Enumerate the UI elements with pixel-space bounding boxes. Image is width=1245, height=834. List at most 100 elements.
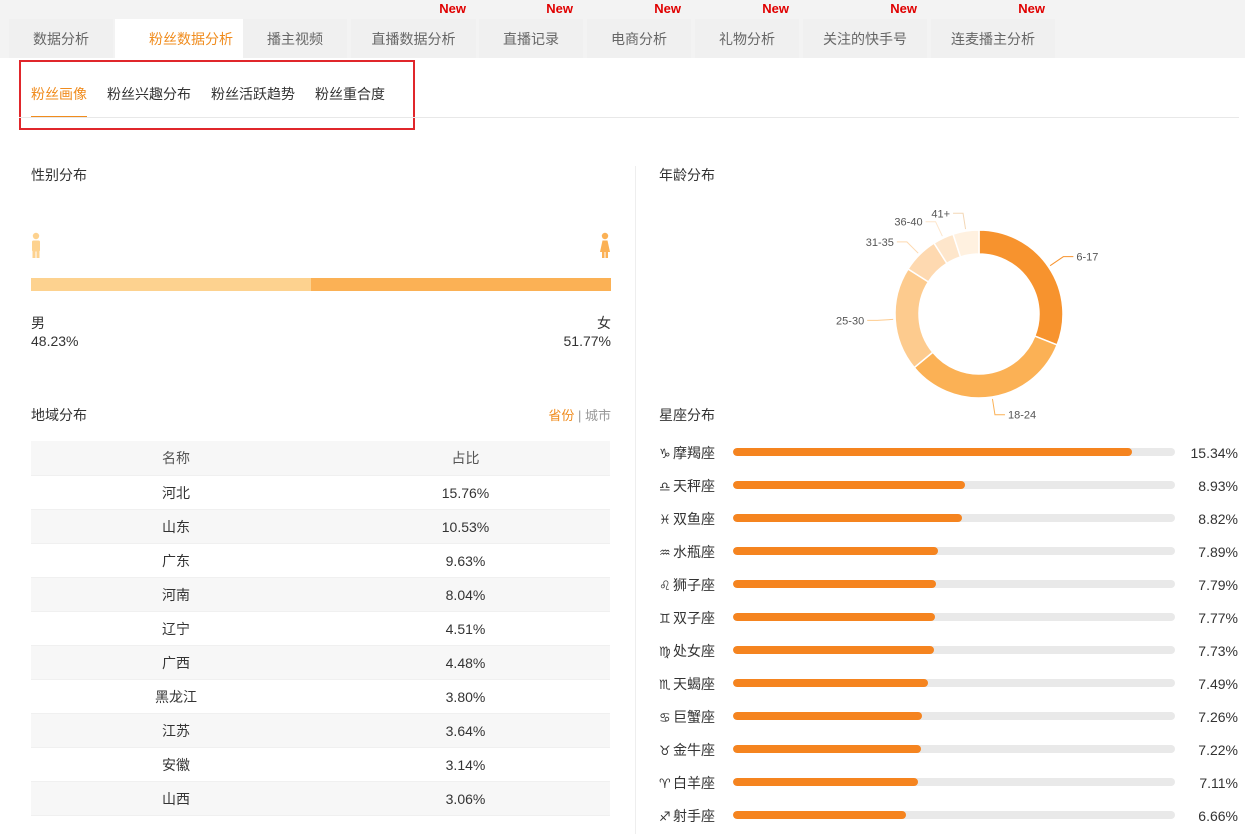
age-slice-25-30 [894,267,934,369]
age-label: 41+ [931,208,950,220]
subtab-fan-activity[interactable]: 粉丝活跃趋势 [211,84,295,104]
zodiac-name: ♓ 双鱼座 [659,509,733,530]
region-name: 安徽 [162,757,190,773]
tab-data-analysis[interactable]: 数据分析 [9,19,113,58]
new-badge: New [546,1,573,16]
table-row: 河南 8.04% [31,578,610,612]
zodiac-bar-fill [733,679,928,687]
virgo-icon: ♍ [659,644,671,659]
zodiac-name: ♌ 狮子座 [659,575,733,596]
subtab-fan-interests[interactable]: 粉丝兴趣分布 [107,84,191,104]
region-title: 地域分布 [31,407,87,423]
tab-ecommerce-analysis[interactable]: 电商分析 New [587,1,691,58]
gemini-icon: ♊ [659,611,671,626]
table-row: 广东 9.63% [31,544,610,578]
zodiac-bar-fill [733,547,939,555]
zodiac-row: ♐ 射手座 6.66% [659,806,1245,826]
male-icon [30,232,42,260]
zodiac-percent: 7.11% [1199,775,1238,791]
zodiac-name: ♋ 巨蟹座 [659,707,733,728]
new-badge: New [762,1,789,16]
zodiac-label: 天秤座 [673,478,715,494]
table-row: 辽宁 4.51% [31,612,610,646]
zodiac-label: 摩羯座 [673,445,715,461]
zodiac-percent: 7.89% [1198,544,1238,560]
tab-streamer-videos[interactable]: 播主视频 [243,19,347,58]
region-name: 黑龙江 [155,689,197,705]
zodiac-bar-fill [733,613,936,621]
male-percent: 48.23% [31,333,79,349]
tab-label: 直播记录 [503,31,559,47]
tab-label: 关注的快手号 [823,31,907,47]
zodiac-bar-fill [733,745,921,753]
zodiac-row: ♎ 天秤座 8.93% [659,476,1245,496]
zodiac-percent: 7.22% [1198,742,1238,758]
tab-gift-analysis[interactable]: 礼物分析 New [695,1,799,58]
age-leader-line [953,212,967,230]
new-badge: New [654,1,681,16]
female-label: 女 [597,315,611,331]
zodiac-bar-track [733,514,1175,522]
zodiac-bar-fill [733,481,966,489]
subtab-fan-overlap[interactable]: 粉丝重合度 [315,84,385,104]
capricorn-icon: ♑ [659,446,671,461]
zodiac-label: 狮子座 [673,577,715,593]
zodiac-bar-track [733,811,1175,819]
zodiac-percent: 7.79% [1198,577,1238,593]
taurus-icon: ♉ [659,743,671,758]
tab-live-data-analysis[interactable]: 直播数据分析 New [351,1,476,58]
region-share: 15.76% [441,485,490,501]
region-share: 10.53% [441,519,490,535]
age-slice-18-24 [913,335,1059,399]
toggle-separator: | [574,408,585,423]
tab-label: 数据分析 [33,31,89,47]
zodiac-row: ♒ 水瓶座 7.89% [659,542,1245,562]
zodiac-bar-fill [733,448,1132,456]
female-icon [599,232,611,260]
new-badge: New [890,1,917,16]
tab-live-records[interactable]: 直播记录 New [479,1,583,58]
tab-label: 礼物分析 [719,31,775,47]
toggle-province[interactable]: 省份 [548,408,574,423]
age-leader-line [867,318,894,321]
region-share: 3.14% [445,757,486,773]
zodiac-percent: 15.34% [1190,445,1238,461]
zodiac-label: 巨蟹座 [673,709,715,725]
zodiac-label: 白羊座 [673,775,715,791]
zodiac-bar-fill [733,778,918,786]
age-leader-line [1049,256,1074,267]
sagittarius-icon: ♐ [659,809,671,824]
aquarius-icon: ♒ [659,545,671,560]
region-share: 3.80% [445,689,486,705]
zodiac-percent: 8.82% [1198,511,1238,527]
table-header: 名称 占比 [31,441,610,476]
age-label: 18-24 [1008,410,1036,422]
region-share: 3.06% [445,791,486,807]
zodiac-bar-track [733,547,1175,555]
toggle-city[interactable]: 城市 [585,408,611,423]
age-title: 年龄分布 [659,167,715,183]
subtab-fan-portrait[interactable]: 粉丝画像 [31,84,87,104]
zodiac-percent: 7.49% [1198,676,1238,692]
gender-title: 性别分布 [31,167,87,183]
tab-followed-accounts[interactable]: 关注的快手号 New [803,1,927,58]
age-slice-6-17 [978,229,1064,346]
zodiac-percent: 7.73% [1198,643,1238,659]
tab-mic-link-analysis[interactable]: 连麦播主分析 New [931,1,1055,58]
tab-label: 播主视频 [267,31,323,47]
zodiac-row: ♈ 白羊座 7.11% [659,773,1245,793]
zodiac-name: ♈ 白羊座 [659,773,733,794]
tab-label: 连麦播主分析 [951,31,1035,47]
table-row: 山西 3.06% [31,782,610,816]
pisces-icon: ♓ [659,512,671,527]
region-share: 3.64% [445,723,486,739]
tab-label: 直播数据分析 [371,31,456,47]
new-badge: New [439,1,466,16]
female-percent: 51.77% [563,333,611,349]
zodiac-bar-track [733,745,1175,753]
region-share: 4.51% [445,621,486,637]
scorpio-icon: ♏ [659,677,671,692]
zodiac-bar-track [733,679,1175,687]
aries-icon: ♈ [659,776,671,791]
zodiac-name: ♒ 水瓶座 [659,542,733,563]
